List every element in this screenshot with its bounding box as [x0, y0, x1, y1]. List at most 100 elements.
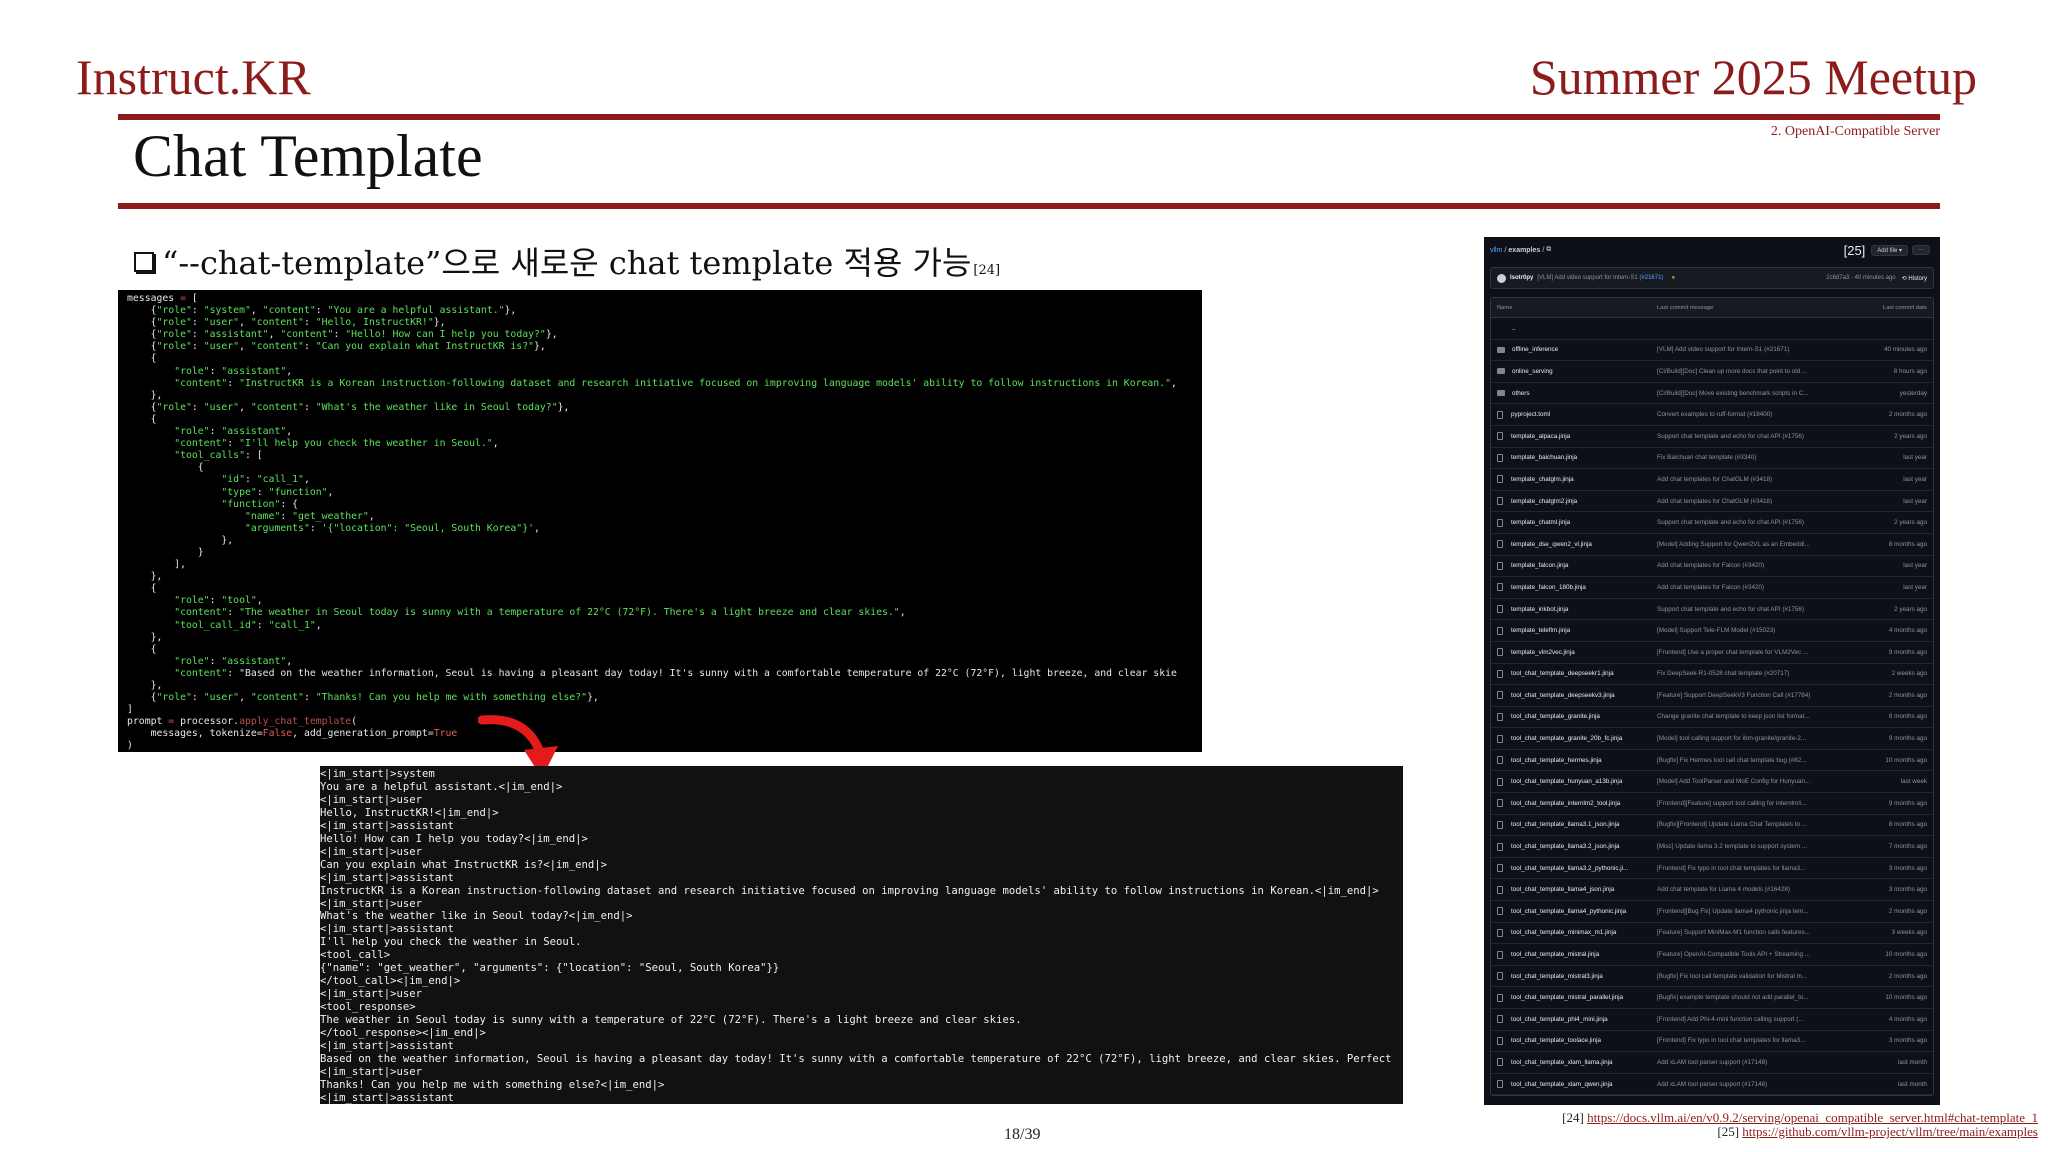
- file-row[interactable]: template_inkbot.jinja Support chat templa…: [1491, 599, 1933, 621]
- file-row[interactable]: template_vlm2vec.jinja [Frontend] Use a p…: [1491, 642, 1933, 664]
- more-options-button[interactable]: ···: [1912, 245, 1930, 255]
- file-name[interactable]: tool_chat_template_llama3.2_json.jinja: [1511, 843, 1620, 850]
- commit-message-cell[interactable]: Convert examples to ruff-format (#18400): [1657, 411, 1853, 418]
- file-name-cell[interactable]: template_baichuan.jinja: [1497, 453, 1657, 462]
- file-name[interactable]: template_chatglm.jinja: [1511, 476, 1574, 483]
- file-name[interactable]: tool_chat_template_hunyuan_a13b.jinja: [1511, 778, 1622, 785]
- file-row[interactable]: tool_chat_template_llama3.2_pythonic.ji.…: [1491, 858, 1933, 880]
- file-name[interactable]: template_alpaca.jinja: [1511, 433, 1570, 440]
- commit-message-cell[interactable]: [VLM] Add video support for Intern-S1 (#…: [1657, 346, 1853, 353]
- commit-message-cell[interactable]: [Frontend] Add Phi-4-mini function calli…: [1657, 1016, 1853, 1023]
- file-row[interactable]: others [CI/Build][Doc] Move existing benc…: [1491, 383, 1933, 405]
- commit-author[interactable]: Isotr0py: [1510, 275, 1533, 281]
- file-name[interactable]: tool_chat_template_xlam_llama.jinja: [1511, 1059, 1613, 1066]
- commit-message-cell[interactable]: [CI/Build][Doc] Move existing benchmark …: [1657, 390, 1853, 397]
- commit-message-cell[interactable]: Support chat template and echo for chat …: [1657, 433, 1853, 440]
- file-name-cell[interactable]: tool_chat_template_internlm2_tool.jinja: [1497, 799, 1657, 808]
- file-row[interactable]: template_chatglm2.jinja Add chat template…: [1491, 491, 1933, 513]
- file-name[interactable]: template_dse_qwen2_vl.jinja: [1511, 541, 1592, 548]
- file-name[interactable]: tool_chat_template_llama3.1_json.jinja: [1511, 821, 1620, 828]
- file-name-cell[interactable]: tool_chat_template_granite_20b_fc.jinja: [1497, 734, 1657, 743]
- file-row[interactable]: offline_inference [VLM] Add video support…: [1491, 340, 1933, 362]
- file-name[interactable]: template_baichuan.jinja: [1511, 454, 1577, 461]
- avatar[interactable]: [1497, 273, 1506, 283]
- file-name[interactable]: tool_chat_template_minimax_m1.jinja: [1511, 929, 1616, 936]
- file-name[interactable]: offline_inference: [1512, 346, 1558, 353]
- file-name[interactable]: tool_chat_template_deepseekr1.jinja: [1511, 670, 1614, 677]
- file-row[interactable]: tool_chat_template_granite_20b_fc.jinja […: [1491, 728, 1933, 750]
- file-name-cell[interactable]: tool_chat_template_granite.jinja: [1497, 712, 1657, 721]
- file-name[interactable]: tool_chat_template_hermes.jinja: [1511, 757, 1602, 764]
- commit-message[interactable]: [VLM] Add video support for Intern-S1: [1537, 275, 1637, 281]
- history-link[interactable]: ⟲ History: [1902, 275, 1927, 282]
- file-name-cell[interactable]: tool_chat_template_phi4_mini.jinja: [1497, 1015, 1657, 1024]
- commit-message-cell[interactable]: Add chat templates for ChatGLM (#3418): [1657, 498, 1853, 505]
- file-name[interactable]: tool_chat_template_llama4_json.jinja: [1511, 886, 1614, 893]
- add-file-button[interactable]: Add file ▾: [1871, 244, 1908, 256]
- footnote-link-24[interactable]: https://docs.vllm.ai/en/v0.9.2/serving/o…: [1587, 1110, 2038, 1125]
- file-row[interactable]: tool_chat_template_hermes.jinja [Bugfix] …: [1491, 750, 1933, 772]
- file-name-cell[interactable]: online_serving: [1497, 368, 1657, 375]
- file-row[interactable]: tool_chat_template_deepseekv3.jinja [Feat…: [1491, 685, 1933, 707]
- commit-message-cell[interactable]: Support chat template and echo for chat …: [1657, 519, 1853, 526]
- file-name[interactable]: template_chatml.jinja: [1511, 519, 1570, 526]
- file-name-cell[interactable]: template_inkbot.jinja: [1497, 605, 1657, 614]
- file-name[interactable]: ..: [1512, 325, 1516, 332]
- commit-message-cell[interactable]: [Model] Add ToolParser and MoE Config fo…: [1657, 778, 1853, 785]
- commit-message-cell[interactable]: [Model] Adding Support for Qwen2VL as an…: [1657, 541, 1853, 548]
- commit-message-cell[interactable]: [Feature] OpenAI-Compatible Tools API + …: [1657, 951, 1853, 958]
- file-name[interactable]: tool_chat_template_phi4_mini.jinja: [1511, 1016, 1608, 1023]
- file-name-cell[interactable]: template_falcon.jinja: [1497, 561, 1657, 570]
- commit-message-cell[interactable]: Add chat templates for ChatGLM (#3418): [1657, 476, 1853, 483]
- file-name[interactable]: tool_chat_template_mistral.jinja: [1511, 951, 1599, 958]
- file-row[interactable]: tool_chat_template_minimax_m1.jinja [Feat…: [1491, 923, 1933, 945]
- commit-message-cell[interactable]: Fix DeepSeek-R1-0528 chat template (#207…: [1657, 670, 1853, 677]
- file-name-cell[interactable]: tool_chat_template_llama3.1_json.jinja: [1497, 820, 1657, 829]
- commit-message-cell[interactable]: Add xLAM tool parser support (#17148): [1657, 1059, 1853, 1066]
- copy-path-icon[interactable]: ⧉: [1546, 246, 1551, 254]
- commit-message-cell[interactable]: [Frontend] Fix typo in tool chat templat…: [1657, 865, 1853, 872]
- file-name[interactable]: template_inkbot.jinja: [1511, 606, 1568, 613]
- file-name-cell[interactable]: template_vlm2vec.jinja: [1497, 648, 1657, 657]
- file-row[interactable]: tool_chat_template_hunyuan_a13b.jinja [Mo…: [1491, 771, 1933, 794]
- file-row[interactable]: template_falcon_180b.jinja Add chat templ…: [1491, 577, 1933, 599]
- file-name-cell[interactable]: pyproject.toml: [1497, 410, 1657, 419]
- commit-message-cell[interactable]: [Frontend] Use a proper chat template fo…: [1657, 649, 1853, 656]
- commit-message-cell[interactable]: [Frontend][Bug Fix] Update llama4 python…: [1657, 908, 1853, 915]
- file-name-cell[interactable]: tool_chat_template_deepseekv3.jinja: [1497, 691, 1657, 700]
- file-name[interactable]: tool_chat_template_llama4_pythonic.jinja: [1511, 908, 1626, 915]
- file-name-cell[interactable]: template_chatglm.jinja: [1497, 475, 1657, 484]
- commit-message-cell[interactable]: [Misc] Update llama 3.2 template to supp…: [1657, 843, 1853, 850]
- file-row[interactable]: template_alpaca.jinja Support chat templa…: [1491, 426, 1933, 448]
- file-name[interactable]: template_falcon.jinja: [1511, 562, 1568, 569]
- file-name-cell[interactable]: template_teleflm.jinja: [1497, 626, 1657, 635]
- commit-message-cell[interactable]: Add xLAM tool parser support (#17148): [1657, 1081, 1853, 1088]
- file-row[interactable]: pyproject.toml Convert examples to ruff-f…: [1491, 404, 1933, 426]
- file-name-cell[interactable]: tool_chat_template_mistral3.jinja: [1497, 972, 1657, 981]
- commit-message-cell[interactable]: [Model] tool calling support for ibm-gra…: [1657, 735, 1853, 742]
- file-name[interactable]: tool_chat_template_xlam_qwen.jinja: [1511, 1081, 1613, 1088]
- file-name[interactable]: others: [1512, 390, 1530, 397]
- file-name-cell[interactable]: others: [1497, 390, 1657, 397]
- file-name-cell[interactable]: tool_chat_template_xlam_llama.jinja: [1497, 1058, 1657, 1067]
- file-row[interactable]: tool_chat_template_llama3.1_json.jinja [B…: [1491, 815, 1933, 837]
- file-name[interactable]: pyproject.toml: [1511, 411, 1550, 418]
- file-name-cell[interactable]: template_falcon_180b.jinja: [1497, 583, 1657, 592]
- file-name-cell[interactable]: template_dse_qwen2_vl.jinja: [1497, 540, 1657, 549]
- commit-message-cell[interactable]: [Bugfix][Frontend] Update Llama Chat Tem…: [1657, 821, 1853, 828]
- commit-message-cell[interactable]: [Frontend][Feature] support tool calling…: [1657, 800, 1853, 807]
- file-name-cell[interactable]: tool_chat_template_hunyuan_a13b.jinja: [1497, 777, 1657, 786]
- file-name-cell[interactable]: offline_inference: [1497, 346, 1657, 353]
- file-row[interactable]: template_baichuan.jinja Fix Baichuan chat…: [1491, 448, 1933, 470]
- file-name-cell[interactable]: tool_chat_template_hermes.jinja: [1497, 756, 1657, 765]
- file-name[interactable]: tool_chat_template_granite.jinja: [1511, 713, 1600, 720]
- repo-link[interactable]: vllm: [1490, 247, 1502, 254]
- file-name-cell[interactable]: template_chatglm2.jinja: [1497, 497, 1657, 506]
- file-name[interactable]: online_serving: [1512, 368, 1553, 375]
- file-name-cell[interactable]: tool_chat_template_llama4_pythonic.jinja: [1497, 907, 1657, 916]
- file-name[interactable]: template_vlm2vec.jinja: [1511, 649, 1575, 656]
- commit-message-cell[interactable]: [Model] Support Tele-FLM Model (#15023): [1657, 627, 1853, 634]
- file-row[interactable]: template_chatglm.jinja Add chat templates…: [1491, 469, 1933, 491]
- commit-message-cell[interactable]: [Bugfix] example template should not add…: [1657, 994, 1853, 1001]
- commit-message-cell[interactable]: [Feature] Support MiniMax-M1 function ca…: [1657, 929, 1853, 936]
